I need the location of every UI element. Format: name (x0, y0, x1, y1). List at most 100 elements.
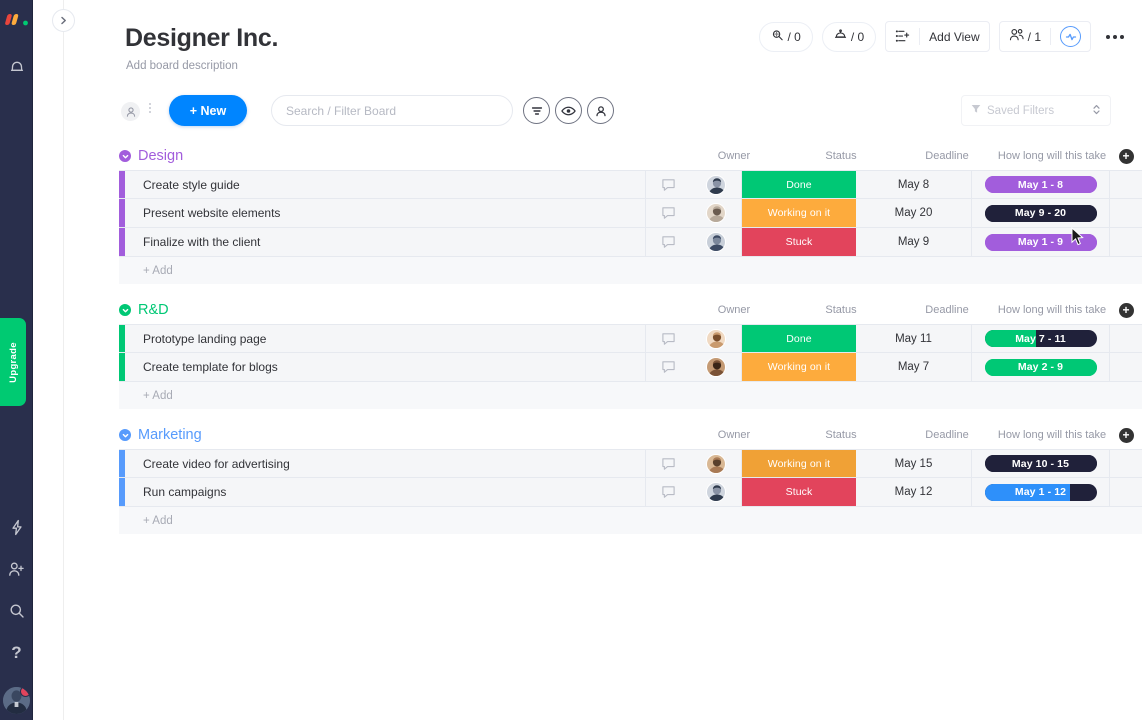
bell-icon[interactable] (0, 56, 33, 78)
person-filter-button[interactable] (587, 97, 614, 124)
saved-filters-select[interactable]: Saved Filters (961, 95, 1111, 126)
question-mark-icon[interactable]: ? (0, 642, 33, 664)
table-row[interactable]: Finalize with the client StuckMay 9 May 1 … (119, 228, 1142, 257)
deadline-cell[interactable]: May 15 (856, 450, 972, 477)
table-row[interactable]: Create style guideDoneMay 8May 1 - 8 (119, 170, 1142, 199)
owner-cell[interactable] (690, 199, 742, 227)
upgrade-button[interactable]: Upgrade (0, 318, 26, 406)
timeline-pill[interactable]: May 1 - 12 (985, 484, 1097, 501)
item-name-cell[interactable]: Create template for blogs (125, 353, 646, 381)
item-name-cell[interactable]: Present website elements (125, 199, 646, 227)
timeline-pill[interactable]: May 9 - 20 (985, 205, 1097, 222)
owner-cell[interactable] (690, 228, 742, 256)
monday-logo-icon[interactable] (5, 13, 29, 27)
group-header[interactable]: MarketingOwnerStatusDeadlineHow long wil… (96, 421, 1142, 449)
item-updates-button[interactable] (646, 228, 690, 256)
timeline-cell[interactable]: May 7 - 11 (972, 325, 1110, 352)
column-header-owner[interactable]: Owner (686, 150, 782, 162)
bolt-icon[interactable] (0, 516, 33, 538)
item-updates-button[interactable] (646, 450, 690, 477)
owner-cell[interactable] (690, 478, 742, 506)
item-name-cell[interactable]: Create video for advertising (125, 450, 646, 477)
new-item-button[interactable]: + New (169, 95, 247, 126)
owner-cell[interactable] (690, 450, 742, 477)
owner-cell[interactable] (690, 325, 742, 352)
deadline-cell[interactable]: May 20 (856, 199, 972, 227)
board-more-menu-button[interactable] (1102, 35, 1128, 39)
owner-cell[interactable] (690, 353, 742, 381)
status-cell[interactable]: Done (742, 325, 856, 352)
collapse-group-icon[interactable] (119, 304, 131, 316)
table-row[interactable]: Create video for advertising Working on i… (119, 449, 1142, 478)
table-row[interactable]: Present website elementsWorking on itMay… (119, 199, 1142, 228)
timeline-pill[interactable]: May 2 - 9 (985, 359, 1097, 376)
add-item-row[interactable]: + Add (119, 257, 1142, 284)
column-header-deadline[interactable]: Deadline (900, 150, 994, 162)
add-item-row[interactable]: + Add (119, 382, 1142, 409)
status-cell[interactable]: Stuck (742, 478, 856, 506)
add-person-icon[interactable] (0, 558, 33, 580)
column-header-timeline[interactable]: How long will this take (994, 150, 1110, 162)
board-owner-avatar[interactable] (121, 102, 140, 121)
status-cell[interactable]: Stuck (742, 228, 856, 256)
expand-sidebar-button[interactable] (52, 9, 75, 32)
item-updates-button[interactable] (646, 353, 690, 381)
collapse-group-icon[interactable] (119, 429, 131, 441)
collapse-group-icon[interactable] (119, 150, 131, 162)
add-column-button[interactable]: + (1110, 428, 1142, 443)
status-cell[interactable]: Working on it (742, 199, 856, 227)
profile-avatar[interactable] (3, 687, 30, 714)
status-cell[interactable]: Working on it (742, 353, 856, 381)
item-updates-button[interactable] (646, 171, 690, 198)
add-column-button[interactable]: + (1110, 303, 1142, 318)
deadline-cell[interactable]: May 9 (856, 228, 972, 256)
column-header-status[interactable]: Status (782, 429, 900, 441)
table-row[interactable]: Create template for blogsWorking on itMa… (119, 353, 1142, 382)
add-item-row[interactable]: + Add (119, 507, 1142, 534)
column-header-timeline[interactable]: How long will this take (994, 304, 1110, 316)
search-input[interactable]: Search / Filter Board (271, 95, 513, 126)
members-button[interactable]: / 1 (1000, 22, 1050, 51)
deadline-cell[interactable]: May 7 (856, 353, 972, 381)
activity-log-button[interactable]: / 0 (759, 22, 812, 52)
timeline-pill[interactable]: May 10 - 15 (985, 455, 1097, 472)
timeline-pill[interactable]: May 1 - 8 (985, 176, 1097, 193)
timeline-cell[interactable]: May 10 - 15 (972, 450, 1110, 477)
timeline-cell[interactable]: May 9 - 20 (972, 199, 1110, 227)
column-header-timeline[interactable]: How long will this take (994, 429, 1110, 441)
timeline-pill[interactable]: May 7 - 11 (985, 330, 1097, 347)
status-cell[interactable]: Working on it (742, 450, 856, 477)
timeline-cell[interactable]: May 1 - 9 (972, 228, 1110, 256)
timeline-pill[interactable]: May 1 - 9 (985, 234, 1097, 251)
item-updates-button[interactable] (646, 325, 690, 352)
column-header-owner[interactable]: Owner (686, 429, 782, 441)
group-header[interactable]: DesignOwnerStatusDeadlineHow long will t… (96, 142, 1142, 170)
updates-button[interactable]: / 0 (822, 22, 876, 52)
deadline-cell[interactable]: May 12 (856, 478, 972, 506)
deadline-cell[interactable]: May 8 (856, 171, 972, 198)
column-header-deadline[interactable]: Deadline (900, 429, 994, 441)
filter-button[interactable] (523, 97, 550, 124)
item-name-cell[interactable]: Create style guide (125, 171, 646, 198)
board-description[interactable]: Add board description (126, 60, 238, 72)
deadline-cell[interactable]: May 11 (856, 325, 972, 352)
item-name-cell[interactable]: Finalize with the client (125, 228, 646, 256)
column-header-deadline[interactable]: Deadline (900, 304, 994, 316)
column-header-status[interactable]: Status (782, 304, 900, 316)
owner-cell[interactable] (690, 171, 742, 198)
column-header-status[interactable]: Status (782, 150, 900, 162)
item-name-cell[interactable]: Run campaigns (125, 478, 646, 506)
item-updates-button[interactable] (646, 199, 690, 227)
integrate-button[interactable] (1051, 22, 1090, 51)
item-updates-button[interactable] (646, 478, 690, 506)
timeline-cell[interactable]: May 1 - 12 (972, 478, 1110, 506)
search-icon[interactable] (0, 600, 33, 622)
hide-columns-button[interactable] (555, 97, 582, 124)
item-name-cell[interactable]: Prototype landing page (125, 325, 646, 352)
table-row[interactable]: Run campaigns StuckMay 12 May 1 - 12 (119, 478, 1142, 507)
board-views-icon[interactable] (886, 22, 919, 51)
group-header[interactable]: R&DOwnerStatusDeadlineHow long will this… (96, 296, 1142, 324)
add-view-button[interactable]: Add View (920, 22, 988, 51)
column-header-owner[interactable]: Owner (686, 304, 782, 316)
timeline-cell[interactable]: May 1 - 8 (972, 171, 1110, 198)
